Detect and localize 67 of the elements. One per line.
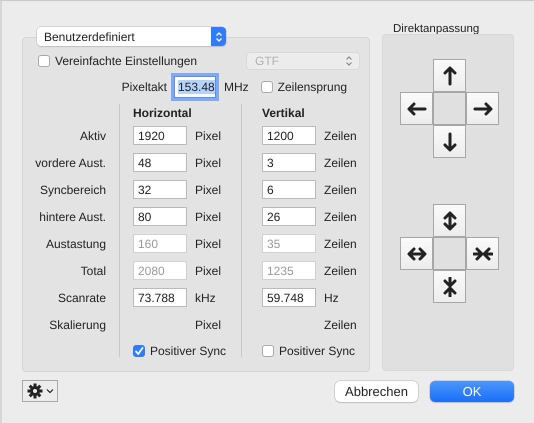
unit-label: Zeilen — [324, 156, 357, 170]
checkbox-label: Vereinfachte Einstellungen — [55, 54, 198, 68]
center-tile — [433, 92, 466, 125]
row-label: Austastung — [46, 236, 106, 250]
row-label: Scanrate — [58, 290, 106, 304]
pixel-clock-field[interactable]: 153.48 — [174, 76, 216, 98]
arrow-button[interactable] — [433, 204, 466, 237]
unit-label: Pixel — [195, 264, 222, 278]
input-field[interactable]: 1920 — [133, 126, 187, 145]
unit-label: Zeilen — [324, 210, 357, 224]
arrow-button[interactable] — [433, 59, 466, 92]
input-field[interactable]: 59.748 — [262, 288, 316, 307]
input-field[interactable]: 80 — [133, 207, 187, 226]
checkbox[interactable] — [262, 345, 274, 357]
unit-label: Pixel — [195, 156, 222, 170]
input-field[interactable]: 73.788 — [133, 288, 187, 307]
unit-label: Pixel — [195, 318, 222, 332]
unit-label: Zeilen — [324, 128, 357, 142]
arrow-button[interactable] — [433, 125, 466, 158]
input-field[interactable]: 26 — [262, 207, 316, 226]
arrow-button[interactable] — [466, 237, 499, 270]
unit-label: Pixel — [195, 128, 222, 142]
arrow-button[interactable] — [400, 237, 433, 270]
input-field[interactable]: 6 — [262, 180, 316, 199]
column-heading: Vertikal — [262, 106, 305, 120]
input-field[interactable]: 3 — [262, 153, 316, 172]
arrow-button[interactable] — [433, 270, 466, 303]
row-label: Aktiv — [80, 128, 106, 142]
arrow-button[interactable] — [466, 92, 499, 125]
cancel-button[interactable]: Abbrechen — [335, 380, 418, 402]
unit-label: Pixel — [195, 182, 222, 196]
checkbox[interactable] — [260, 81, 273, 93]
checkbox-label: Positiver Sync — [150, 344, 226, 358]
unit-label: Pixel — [195, 210, 222, 224]
gear-icon — [26, 383, 42, 399]
chevron-icon — [46, 388, 54, 394]
checkbox[interactable] — [133, 345, 145, 357]
row-label: Syncbereich — [40, 182, 106, 196]
ok-button[interactable]: OK — [430, 380, 514, 402]
unit-label: Zeilen — [324, 318, 357, 332]
section-title: Direktanpassung — [392, 24, 480, 34]
unit-label: Zeilen — [324, 264, 357, 278]
row-label: Total — [80, 264, 106, 278]
unit-label: kHz — [195, 290, 216, 304]
checkbox-label: Zeilensprung — [278, 80, 348, 94]
unit-label: Zeilen — [324, 236, 357, 250]
preset-dropdown[interactable]: Benutzerdefiniert — [37, 27, 226, 46]
unit-label: Zeilen — [324, 182, 357, 196]
row-label: Skalierung — [49, 318, 106, 332]
input-field[interactable]: 32 — [133, 180, 187, 199]
chevrons-icon — [214, 30, 222, 42]
input-field[interactable]: 1200 — [262, 126, 316, 145]
input-field[interactable]: 48 — [133, 153, 187, 172]
unit-label: Pixel — [195, 236, 222, 250]
arrow-button[interactable] — [400, 92, 433, 125]
checkmark-icon — [134, 346, 144, 356]
unit-label: MHz — [224, 80, 249, 94]
field-label: Pixeltakt — [120, 80, 167, 94]
row-label: vordere Aust. — [35, 156, 106, 170]
checkbox[interactable] — [38, 55, 50, 67]
column-heading: Horizontal — [133, 106, 192, 120]
action-menu-button[interactable] — [22, 380, 58, 402]
checkbox-label: Positiver Sync — [279, 344, 356, 358]
center-tile — [433, 237, 466, 270]
row-label: hintere Aust. — [39, 210, 106, 224]
chevrons-icon — [345, 55, 353, 67]
unit-label: Hz — [324, 290, 339, 304]
